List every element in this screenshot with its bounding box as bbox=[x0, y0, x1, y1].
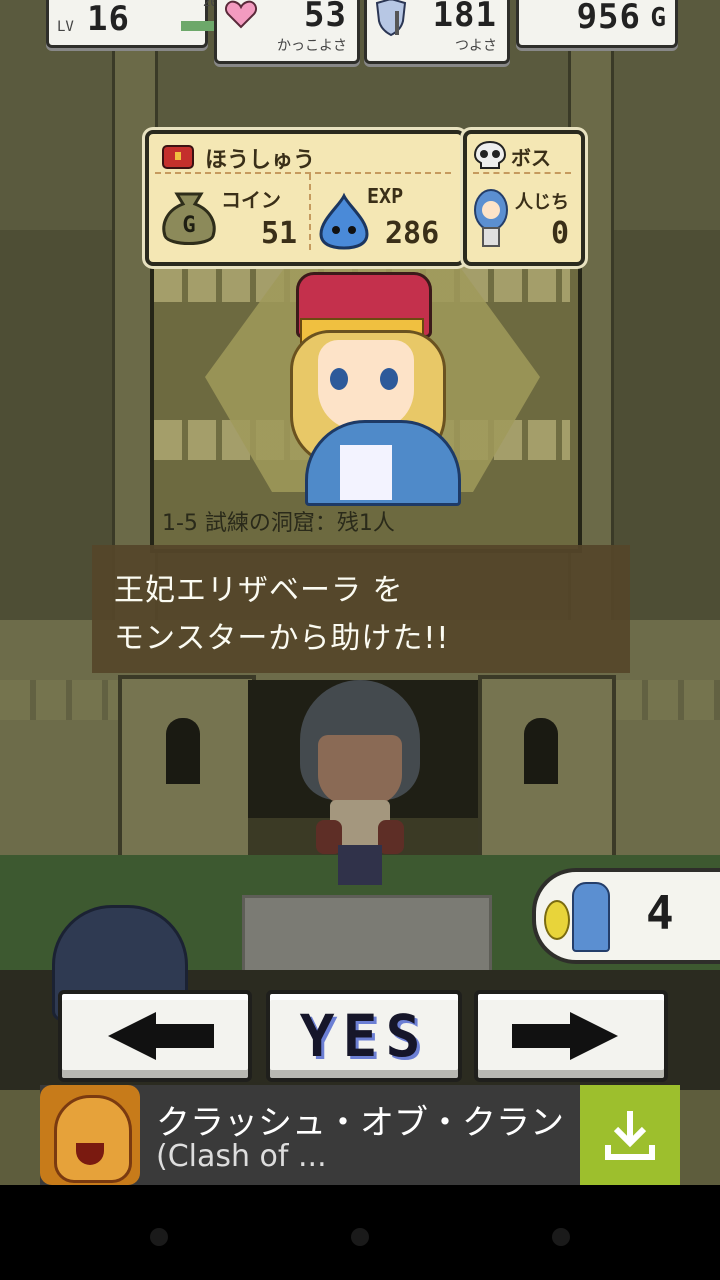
coin-bag-icon: G bbox=[162, 192, 216, 245]
exp-value: 286 bbox=[385, 216, 440, 251]
message-box: 王妃エリザベーラ を モンスターから助けた!! bbox=[92, 545, 630, 673]
barbarian-face-icon bbox=[54, 1095, 132, 1183]
slime-icon bbox=[319, 192, 369, 250]
castle-window-left bbox=[166, 718, 200, 784]
level-box: LV 16 209 bbox=[46, 0, 235, 48]
message-line-1: 王妃エリザベーラ を bbox=[114, 573, 404, 608]
coin-label: コイン bbox=[221, 188, 281, 212]
captive-count: 4 bbox=[646, 886, 674, 940]
level-value: 16 bbox=[87, 0, 130, 39]
coin-icon bbox=[544, 900, 570, 940]
ad-subtitle[interactable]: (Clash of ... bbox=[156, 1139, 327, 1174]
strength-label: つよさ bbox=[455, 38, 497, 54]
hostage-value: 0 bbox=[551, 216, 570, 251]
princess-eye-right bbox=[380, 368, 398, 390]
treasure-chest-icon bbox=[162, 145, 194, 169]
gold-box: 956 G bbox=[516, 0, 678, 48]
reward-divider-v bbox=[309, 174, 311, 250]
nav-back-button[interactable] bbox=[150, 1228, 168, 1246]
hostage-girl-icon bbox=[474, 189, 508, 247]
arrow-right-shaft bbox=[512, 1024, 572, 1048]
boss-card: ボス 人じち 0 bbox=[463, 130, 585, 266]
arrow-left-shaft bbox=[154, 1024, 214, 1048]
gold-value: 956 bbox=[576, 0, 641, 37]
hero-face bbox=[318, 735, 402, 805]
strength-box: 181 つよさ bbox=[364, 0, 510, 64]
reward-divider-h bbox=[155, 172, 451, 174]
previous-button[interactable] bbox=[58, 990, 252, 1082]
next-button[interactable] bbox=[474, 990, 668, 1082]
nav-recents-button[interactable] bbox=[552, 1228, 570, 1246]
captive-count-badge: 4 bbox=[532, 868, 720, 964]
level-prefix: LV bbox=[57, 19, 74, 35]
stage-label: 1-5 試練の洞窟：残1人 bbox=[162, 511, 395, 536]
princess-face bbox=[318, 340, 414, 430]
ad-download-button[interactable] bbox=[580, 1085, 680, 1185]
shield-sword-icon bbox=[375, 0, 407, 37]
arrow-right-icon bbox=[570, 1012, 618, 1060]
ad-title[interactable]: クラッシュ・オブ・クラン bbox=[156, 1095, 564, 1144]
exp-label: EXP bbox=[367, 184, 404, 208]
princess-eye-left bbox=[330, 368, 348, 390]
reward-card: ほうしゅう G コイン 51 EXP 286 bbox=[145, 130, 465, 266]
castle-window-right bbox=[524, 718, 558, 784]
strength-value: 181 bbox=[432, 0, 497, 35]
reward-title: ほうしゅう bbox=[205, 148, 316, 173]
ad-app-icon[interactable] bbox=[40, 1085, 140, 1185]
nav-home-button[interactable] bbox=[351, 1228, 369, 1246]
arrow-left-icon bbox=[108, 1012, 156, 1060]
hero-legs bbox=[338, 845, 382, 885]
skull-icon bbox=[473, 140, 507, 169]
charm-box: 53 かっこよさ bbox=[214, 0, 360, 64]
download-icon bbox=[605, 1111, 655, 1160]
heart-icon bbox=[225, 0, 257, 29]
coin-value: 51 bbox=[261, 216, 298, 251]
yes-label: YES bbox=[299, 1002, 429, 1070]
princess-dress bbox=[340, 445, 392, 500]
charm-value: 53 bbox=[304, 0, 347, 35]
coin-bag-letter: G bbox=[182, 213, 195, 238]
gold-unit: G bbox=[650, 3, 667, 33]
yes-button[interactable]: YES bbox=[266, 990, 462, 1082]
message-line-2: モンスターから助けた!! bbox=[114, 621, 450, 656]
charm-label: かっこよさ bbox=[277, 38, 347, 54]
ad-banner[interactable]: クラッシュ・オブ・クラン (Clash of ... bbox=[40, 1085, 680, 1185]
hostage-label: 人じち bbox=[515, 192, 569, 213]
boss-title: ボス bbox=[511, 146, 551, 170]
stone-path bbox=[242, 895, 492, 981]
captive-girl-icon bbox=[572, 882, 610, 952]
boss-divider bbox=[473, 172, 571, 174]
